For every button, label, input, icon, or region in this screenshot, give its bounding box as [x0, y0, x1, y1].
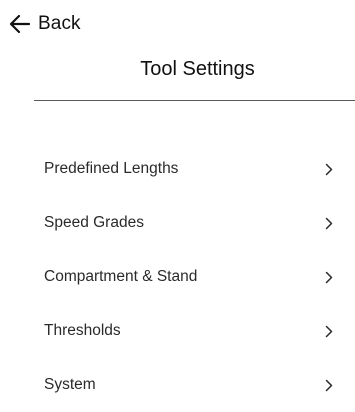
chevron-right-icon — [323, 162, 335, 176]
page-title: Tool Settings — [140, 58, 255, 80]
back-button[interactable]: Back — [8, 12, 81, 36]
menu-item-label: Speed Grades — [44, 214, 144, 231]
settings-menu: Predefined Lengths Speed Grades Compartm… — [34, 142, 355, 412]
chevron-right-icon — [323, 324, 335, 338]
chevron-right-icon — [323, 270, 335, 284]
menu-item-speed-grades[interactable]: Speed Grades — [34, 196, 355, 250]
chevron-right-icon — [323, 216, 335, 230]
arrow-left-icon — [8, 12, 32, 36]
title-divider — [34, 100, 355, 101]
menu-item-system[interactable]: System — [34, 358, 355, 412]
chevron-right-icon — [323, 378, 335, 392]
menu-item-compartment-stand[interactable]: Compartment & Stand — [34, 250, 355, 304]
menu-item-label: Compartment & Stand — [44, 268, 198, 285]
menu-item-predefined-lengths[interactable]: Predefined Lengths — [34, 142, 355, 196]
menu-item-label: Thresholds — [44, 322, 121, 339]
menu-item-thresholds[interactable]: Thresholds — [34, 304, 355, 358]
menu-item-label: System — [44, 376, 96, 393]
back-label: Back — [38, 13, 81, 34]
menu-item-label: Predefined Lengths — [44, 160, 179, 177]
